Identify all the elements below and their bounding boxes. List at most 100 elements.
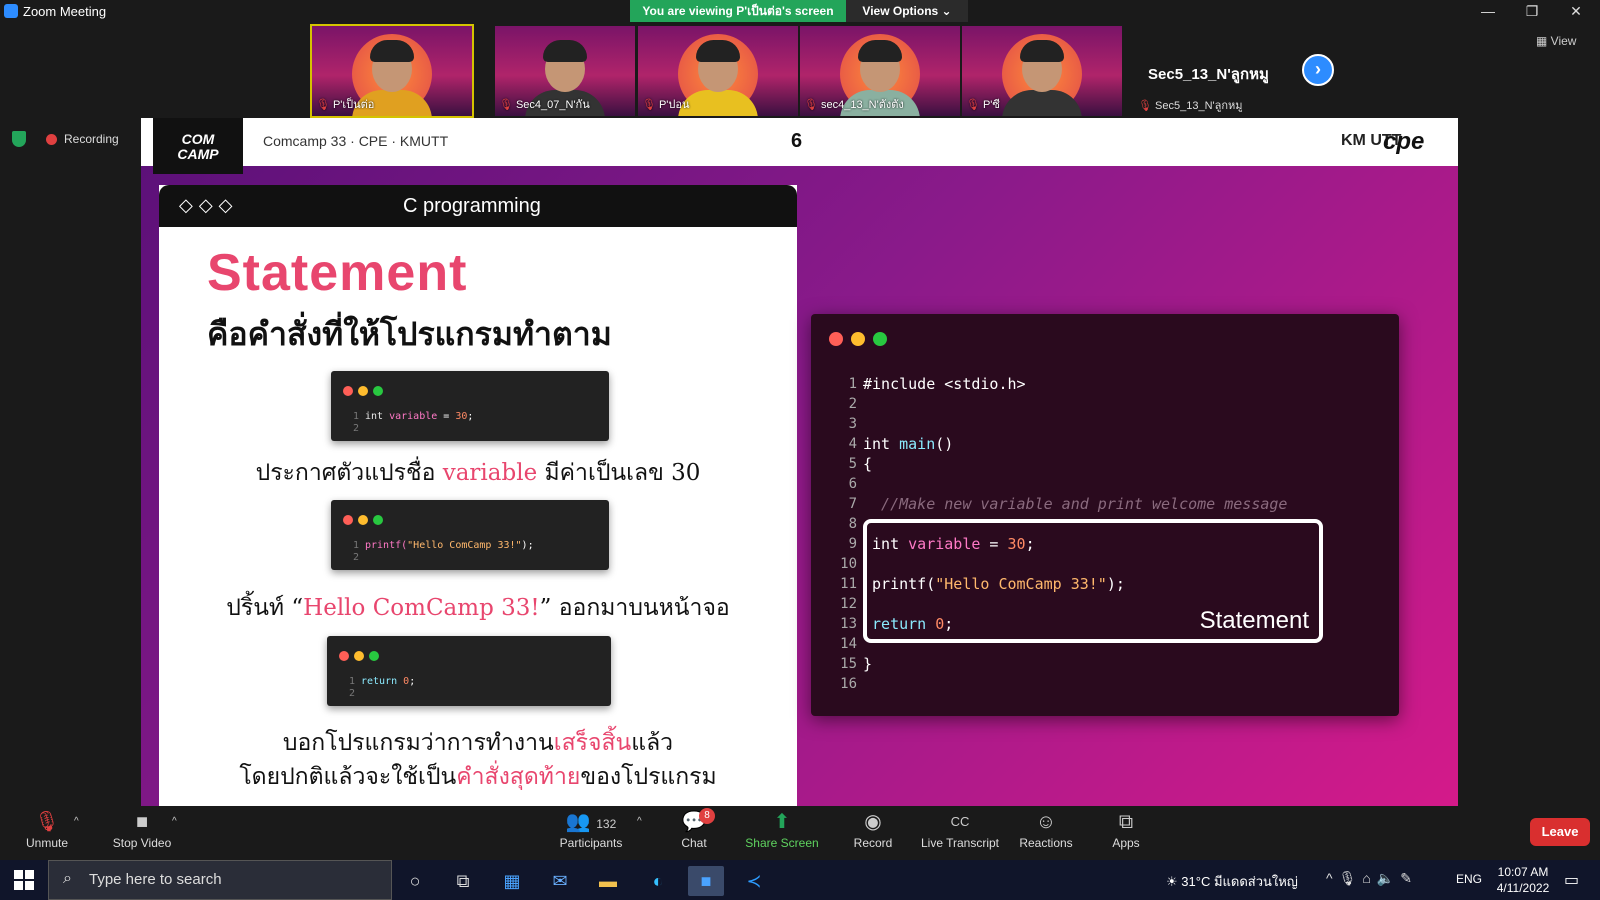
line-numbers: 1 2 (353, 411, 360, 434)
participant-name: 🎙 P'ซี (966, 99, 1000, 111)
view-options-button[interactable]: View Options ⌄ (846, 0, 968, 22)
participant-tile[interactable]: 🎙 P'เป็นต่อ (310, 24, 474, 118)
security-shield-icon[interactable] (12, 131, 26, 147)
participants-options-caret-icon[interactable]: ^ (637, 816, 642, 827)
slide-header-text: Comcamp 33 · CPE · KMUTT (263, 133, 449, 149)
snippet-code: int variable = 30; (365, 411, 474, 422)
participant-name: 🎙 sec4_13_N'ตังตัง (804, 99, 904, 111)
mail-icon[interactable]: ✉ (542, 866, 578, 896)
muted-mic-icon: 🎙 (316, 99, 330, 111)
windows-taskbar: ⌕ Type here to search ○ ⧉ ▦ ✉ ▬ ◐ ■ ≺ ☀ … (0, 860, 1600, 900)
muted-mic-icon: 🎙 (34, 811, 60, 833)
snippet-code: return 0; (361, 676, 416, 687)
participant-tile[interactable]: 🎙 P'ซี (962, 26, 1122, 116)
snippet-code: printf("Hello ComCamp 33!"); (365, 540, 534, 551)
code-snippet: 1 2 printf("Hello ComCamp 33!"); (331, 500, 609, 570)
view-button[interactable]: ▦ View (1536, 34, 1576, 48)
title-bar: Zoom Meeting You are viewing P'เป็นต่อ's… (0, 0, 1600, 22)
stop-video-button[interactable]: ■ Stop Video (106, 808, 178, 850)
recording-icon (46, 134, 57, 145)
minimize-button[interactable]: — (1466, 0, 1510, 22)
participants-button[interactable]: 👥 132 Participants (556, 808, 626, 850)
muted-mic-icon: 🎙 (966, 99, 980, 111)
participant-hair (1020, 40, 1064, 62)
audio-options-caret-icon[interactable]: ^ (74, 816, 79, 827)
participant-strip: 🎙 P'เป็นต่อ 🎙 Sec4_07_N'กัน 🎙 P'ปอน 🎙 sec4_1… (0, 22, 1600, 118)
participant-name: 🎙 Sec4_07_N'กัน (499, 99, 590, 111)
snippet-description: บอกโปรแกรมว่าการทำงานเสร็จสิ้นแล้ว (282, 730, 674, 756)
line-numbers: 1 2 (349, 676, 356, 699)
slide-number: 6 (791, 130, 803, 152)
maximize-button[interactable]: ❐ (1510, 0, 1554, 22)
vscode-icon[interactable]: ≺ (736, 866, 772, 896)
edge-browser-icon[interactable]: ◐ (640, 866, 676, 896)
weather-widget[interactable]: ☀ 31°C มีแดดส่วนใหญ่ (1166, 871, 1298, 892)
windows-start-icon[interactable] (14, 870, 34, 890)
participant-hair (696, 40, 740, 62)
participant-tile[interactable]: 🎙 P'ปอน (638, 26, 798, 116)
participant-tile-no-video[interactable]: Sec5_13_N'ลูกหมู 🎙 Sec5_13_N'ลูกหมู (1130, 26, 1290, 116)
unmute-button[interactable]: 🎙 Unmute (22, 808, 72, 850)
window-dots (339, 648, 384, 666)
smiley-icon: ☺ (1035, 811, 1057, 833)
muted-mic-icon: 🎙 (804, 99, 818, 111)
taskbar-clock[interactable]: 10:07 AM 4/11/2022 (1488, 864, 1558, 896)
leave-button[interactable]: Leave (1530, 818, 1590, 846)
apps-button[interactable]: ⧉ Apps (1108, 808, 1144, 850)
microsoft-store-icon[interactable]: ▦ (494, 866, 530, 896)
muted-mic-icon: 🎙 (1138, 100, 1152, 112)
reactions-button[interactable]: ☺ Reactions (1016, 808, 1076, 850)
statement-label: Statement (1199, 607, 1309, 634)
slide-header: COM CAMP Comcamp 33 · CPE · KMUTT 6 KM UT… (141, 118, 1458, 174)
share-screen-icon: ⬆ (773, 811, 791, 833)
taskbar-search-box[interactable]: ⌕ Type here to search (48, 860, 392, 900)
participant-hair (543, 40, 587, 62)
statement-highlight-box: Statement (863, 519, 1323, 643)
participant-hair (370, 40, 414, 62)
zoom-taskbar-icon[interactable]: ■ (688, 866, 724, 896)
comcamp-logo: COM CAMP (153, 118, 243, 174)
task-view-icon[interactable]: ⧉ (448, 866, 478, 896)
record-icon: ◉ (864, 811, 882, 833)
code-snippet: 1 2 return 0; (327, 636, 611, 706)
close-button[interactable]: ✕ (1554, 0, 1598, 22)
search-icon: ⌕ (63, 870, 72, 887)
window-dots (829, 332, 895, 351)
window-dots (343, 512, 388, 530)
participant-name: 🎙 Sec5_13_N'ลูกหมู (1138, 100, 1243, 112)
window-dots (343, 383, 388, 401)
slide-heading: Statement (207, 244, 468, 302)
input-language[interactable]: ENG (1456, 872, 1482, 886)
participant-tile[interactable]: 🎙 sec4_13_N'ตังตัง (800, 26, 960, 116)
participant-display-name: Sec5_13_N'ลูกหมู (1148, 66, 1269, 83)
participants-icon: 👥 132 (565, 811, 617, 833)
window-title: Zoom Meeting (23, 4, 107, 19)
diamond-icons: ◇◇◇ (179, 195, 239, 215)
search-placeholder: Type here to search (89, 871, 222, 888)
card-title: C programming (403, 195, 541, 217)
participant-hair (858, 40, 902, 62)
chat-unread-badge: 8 (699, 808, 715, 824)
participant-tile[interactable]: 🎙 Sec4_07_N'กัน (495, 26, 635, 116)
snippet-description: ปริ้นท์ “Hello ComCamp 33!” ออกมาบนหน้าจ… (226, 595, 730, 621)
closed-caption-icon: CC (950, 814, 970, 829)
notifications-icon[interactable]: ▭ (1564, 870, 1579, 890)
file-explorer-icon[interactable]: ▬ (590, 866, 626, 896)
shared-screen-slide: COM CAMP Comcamp 33 · CPE · KMUTT 6 KM UT… (141, 118, 1458, 806)
card-title-bar: ◇◇◇ C programming (159, 185, 797, 227)
live-transcript-button[interactable]: CC Live Transcript (918, 808, 1002, 850)
participant-name: 🎙 P'เป็นต่อ (316, 99, 375, 111)
record-button[interactable]: ◉ Record (848, 808, 898, 850)
system-tray-icons[interactable]: ^🎙⌂🔈✎ (1326, 870, 1418, 887)
content-card: ◇◇◇ C programming Statement คือคำสั่งที่… (159, 185, 797, 806)
slide-subtitle: คือคำสั่งที่ให้โปรแกรมทำตาม (207, 316, 612, 352)
cortana-icon[interactable]: ○ (400, 866, 430, 896)
video-options-caret-icon[interactable]: ^ (172, 816, 177, 827)
next-page-arrow-icon[interactable]: › (1302, 54, 1334, 86)
meeting-toolbar: 🎙 Unmute ^ ■ Stop Video ^ 👥 132 Participant… (0, 806, 1600, 860)
muted-mic-icon: 🎙 (642, 99, 656, 111)
zoom-app-icon (4, 4, 18, 18)
snippet-description: ประกาศตัวแปรชื่อ variable มีค่าเป็นเลข 3… (255, 460, 701, 486)
snippet-description: โดยปกติแล้วจะใช้เป็นคำสั่งสุดท้ายของโปรแ… (239, 764, 717, 790)
share-screen-button[interactable]: ⬆ Share Screen (744, 808, 820, 850)
